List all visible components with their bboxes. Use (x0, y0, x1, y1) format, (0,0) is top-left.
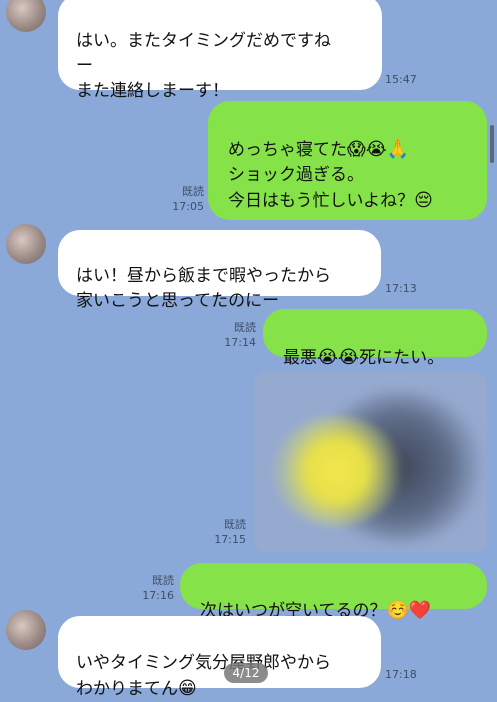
scrollbar[interactable] (490, 125, 494, 163)
message-time: 15:47 (385, 73, 417, 86)
message-time: 17:05 (172, 200, 204, 213)
avatar[interactable] (6, 610, 46, 650)
message-time: 17:15 (214, 533, 246, 546)
message-text: はい！昼から飯まで暇やったから 家いこうと思ってたのにー (76, 266, 331, 311)
outgoing-message[interactable]: 次はいつが空いてるの？☺️❤️ (180, 563, 487, 621)
message-text-2: 死にたい。 (359, 348, 445, 368)
emoji-icon: 😔 (414, 190, 433, 211)
avatar[interactable] (6, 0, 46, 32)
message-time: 17:16 (142, 589, 174, 602)
read-receipt: 既読 17:15 (204, 517, 246, 547)
emoji-icon: ☺️❤️ (386, 600, 432, 621)
outgoing-message[interactable]: 最悪😭😭死にたい。 (263, 309, 487, 368)
message-text: いやタイミング気分屋野郎やから わかりまてん (76, 653, 331, 699)
emoji-icon: 😱😭🙏 (347, 139, 410, 160)
read-label: 既読 (182, 185, 204, 198)
message-text: めっちゃ寝てた (228, 140, 347, 160)
message-text: はい。またタイミングだめですね ー また連絡しまーす！ (76, 31, 331, 101)
message-time: 17:18 (385, 668, 417, 681)
message-time: 17:14 (224, 336, 256, 349)
message-time: 17:13 (385, 282, 417, 295)
incoming-message[interactable]: はい。またタイミングだめですね ー また連絡しまーす！ (58, 0, 382, 101)
message-text-2: ショック過ぎる。 今日はもう忙しいよね？ (228, 165, 415, 211)
page-indicator: 4/12 (224, 663, 268, 683)
read-receipt: 既読 17:05 (160, 184, 204, 214)
photo-message[interactable] (254, 372, 487, 552)
incoming-message[interactable]: いやタイミング気分屋野郎やから わかりまてん😁 (58, 616, 381, 699)
message-text: 最悪 (283, 348, 317, 368)
incoming-message[interactable]: はい！昼から飯まで暇やったから 家いこうと思ってたのにー (58, 230, 381, 311)
emoji-icon: 😭😭 (317, 347, 360, 368)
read-label: 既読 (234, 321, 256, 334)
read-receipt: 既読 17:14 (214, 320, 256, 350)
avatar[interactable] (6, 224, 46, 264)
read-label: 既読 (152, 574, 174, 587)
photo-blur-yellow (272, 416, 402, 526)
read-receipt: 既読 17:16 (132, 573, 174, 603)
emoji-icon: 😁 (178, 678, 197, 699)
outgoing-message[interactable]: めっちゃ寝てた😱😭🙏 ショック過ぎる。 今日はもう忙しいよね？😔 (208, 101, 487, 220)
read-label: 既読 (224, 518, 246, 531)
